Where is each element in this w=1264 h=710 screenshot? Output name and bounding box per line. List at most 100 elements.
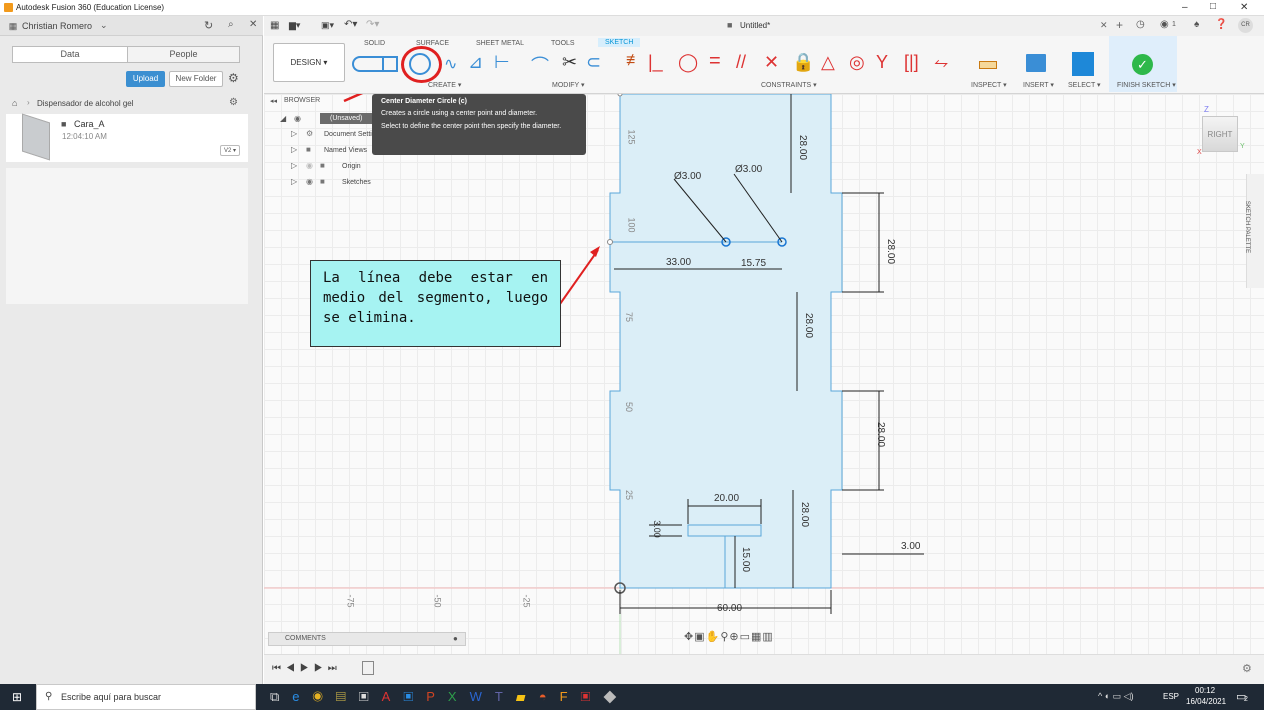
pan-icon[interactable]: ✋ xyxy=(706,631,721,643)
minimize-button[interactable]: – xyxy=(1182,2,1188,13)
tab-people[interactable]: People xyxy=(127,47,239,62)
grid-settings-icon[interactable]: ▦ xyxy=(751,631,762,643)
dim-20[interactable]: 20.00 xyxy=(714,493,739,504)
timeline-controls[interactable]: ⏮◀▶▶⏭ xyxy=(272,663,342,674)
expand-root-icon[interactable]: ◢ xyxy=(280,114,286,123)
project-settings-icon[interactable]: ⚙ xyxy=(229,97,238,108)
dim-28-b[interactable]: 28.00 xyxy=(885,239,896,264)
fix-constraint-icon[interactable]: 🔒 xyxy=(792,52,814,73)
view-cube[interactable]: RIGHT xyxy=(1202,116,1238,152)
sketch-palette[interactable]: SKETCH PALETTE xyxy=(1244,174,1264,288)
expand-origin-icon[interactable]: ▷ xyxy=(291,161,297,170)
create-group-label[interactable]: CREATE ▾ xyxy=(428,81,461,89)
chevron-down-icon[interactable]: ⌄ xyxy=(100,20,108,31)
refresh-icon[interactable]: ↻ xyxy=(204,19,213,32)
eye-icon[interactable]: ◉ xyxy=(306,177,313,186)
eye-hidden-icon[interactable]: ◉ xyxy=(306,161,313,170)
taskbar-date[interactable]: 16/04/2021 xyxy=(1186,697,1226,706)
parallel-constraint-icon[interactable]: // xyxy=(736,52,746,73)
dim-33[interactable]: 33.00 xyxy=(666,257,691,268)
perpendicular-constraint-icon[interactable]: ✕ xyxy=(764,52,779,73)
version-badge[interactable]: V2 ▾ xyxy=(220,145,240,156)
insert-group-label[interactable]: INSERT ▾ xyxy=(1023,81,1054,89)
rectangle-tool-icon[interactable] xyxy=(382,56,398,72)
user-name[interactable]: Christian Romero xyxy=(22,21,92,31)
grid-menu-icon[interactable]: ▦ xyxy=(270,20,279,31)
dim-diameter-1[interactable]: Ø3.00 xyxy=(674,171,701,182)
browser-item-origin[interactable]: Origin xyxy=(342,163,361,170)
job-status-icon[interactable]: ◉ xyxy=(1160,19,1169,30)
tab-solid[interactable]: SOLID xyxy=(364,40,385,47)
tab-tools[interactable]: TOOLS xyxy=(551,40,575,47)
equal-constraint-icon[interactable]: = xyxy=(709,50,721,73)
sketch-canvas[interactable]: Ø3.00 Ø3.00 33.00 15.75 28.00 28.00 28.0… xyxy=(264,94,1264,654)
maximize-button[interactable]: □ xyxy=(1210,1,1216,12)
midpoint-constraint-icon[interactable]: △ xyxy=(821,52,835,73)
file-menu-icon[interactable]: ▆▾ xyxy=(289,20,300,31)
browser-item-sketches[interactable]: Sketches xyxy=(342,179,371,186)
close-window-button[interactable]: ✕ xyxy=(1240,2,1248,13)
expand-sketches-icon[interactable]: ▷ xyxy=(291,177,297,186)
dim-28-e[interactable]: 28.00 xyxy=(799,502,810,527)
new-tab-icon[interactable]: + xyxy=(1116,18,1123,32)
undo-icon[interactable]: ↶▾ xyxy=(344,19,357,30)
redo-icon[interactable]: ↷▾ xyxy=(366,19,379,30)
timeline-settings-icon[interactable]: ⚙ xyxy=(1242,662,1252,675)
expand-document-settings-icon[interactable]: ▷ xyxy=(291,129,297,138)
add-comment-icon[interactable]: ● xyxy=(453,634,458,643)
sketch-scale-icon[interactable]: ≢ xyxy=(626,52,642,70)
close-panel-icon[interactable]: ✕ xyxy=(249,19,257,30)
design-workspace-button[interactable]: DESIGN ▾ xyxy=(273,43,345,82)
tab-data[interactable]: Data xyxy=(13,47,127,62)
tab-sketch[interactable]: SKETCH xyxy=(598,38,641,47)
system-tray-icons[interactable]: ^ ◐ ▭ ◁) xyxy=(1098,691,1134,702)
symmetry-constraint-icon[interactable]: [|] xyxy=(904,52,919,73)
sketch-timeline-icon[interactable] xyxy=(362,661,374,675)
avatar[interactable]: CR xyxy=(1238,18,1253,33)
finish-sketch-check-icon[interactable]: ✓ xyxy=(1132,54,1153,75)
dim-15-75[interactable]: 15.75 xyxy=(741,258,766,269)
eye-icon[interactable]: ◉ xyxy=(294,114,301,123)
windows-start-icon[interactable]: ⊞ xyxy=(12,690,22,704)
browser-item-named-views[interactable]: Named Views xyxy=(324,147,367,154)
modify-group-label[interactable]: MODIFY ▾ xyxy=(552,81,585,89)
design-item[interactable]: ■ Cara_A 12:04:10 AM V2 ▾ xyxy=(6,113,248,162)
expand-named-views-icon[interactable]: ▷ xyxy=(291,145,297,154)
select-group-label[interactable]: SELECT ▾ xyxy=(1068,81,1101,89)
taskbar-apps[interactable]: ⧉e◉▤▣A▣PXWT▰◓F▣◆ xyxy=(270,689,770,707)
offset-tool-icon[interactable]: ⊂ xyxy=(586,52,601,73)
project-tool-icon[interactable]: ⊢ xyxy=(494,52,510,73)
help-icon[interactable]: ❓ xyxy=(1215,19,1227,30)
horizontal-vertical-constraint-icon[interactable]: |_ xyxy=(648,52,663,73)
comments-panel[interactable]: COMMENTS ● xyxy=(268,632,466,646)
browser-root[interactable]: (Unsaved) xyxy=(320,113,376,124)
close-tab-icon[interactable]: ✕ xyxy=(1100,20,1108,31)
save-icon[interactable]: ▣▾ xyxy=(321,20,334,31)
fillet-tool-icon[interactable]: ⌒ xyxy=(531,52,549,78)
dim-60[interactable]: 60.00 xyxy=(717,603,742,614)
taskbar-lang[interactable]: ESP xyxy=(1163,692,1179,701)
dim-3-small[interactable]: 3.00 xyxy=(652,520,662,538)
dim-3[interactable]: 3.00 xyxy=(901,541,920,552)
notifications-icon[interactable]: ♠ xyxy=(1194,19,1199,30)
display-settings-icon[interactable]: ▭ xyxy=(740,631,751,643)
dim-28-d[interactable]: 28.00 xyxy=(875,422,886,447)
viewports-icon[interactable]: ▥ xyxy=(762,631,773,643)
collinear-constraint-icon[interactable]: Y xyxy=(876,52,888,73)
trim-scissors-icon[interactable]: ✂ xyxy=(562,52,577,73)
dim-15[interactable]: 15.00 xyxy=(740,547,751,572)
dim-28-c[interactable]: 28.00 xyxy=(803,313,814,338)
measure-icon[interactable] xyxy=(979,61,997,69)
tangent-constraint-icon[interactable]: ◯ xyxy=(678,52,698,73)
mirror-tool-icon[interactable]: ⊿ xyxy=(468,52,483,73)
taskbar-time[interactable]: 00:12 xyxy=(1195,686,1215,695)
finish-sketch-label[interactable]: FINISH SKETCH ▾ xyxy=(1117,81,1176,89)
taskbar-search[interactable]: ⚲ Escribe aquí para buscar xyxy=(36,684,256,710)
insert-image-icon[interactable] xyxy=(1026,54,1046,72)
browser-collapse-icon[interactable]: ◂◂ xyxy=(270,97,277,105)
look-at-icon[interactable]: ▣ xyxy=(694,631,705,643)
spline-tool-icon[interactable]: ∿ xyxy=(444,54,457,74)
inspect-group-label[interactable]: INSPECT ▾ xyxy=(971,81,1007,89)
dim-28-a[interactable]: 28.00 xyxy=(797,135,808,160)
concentric-constraint-icon[interactable]: ◎ xyxy=(849,52,865,73)
